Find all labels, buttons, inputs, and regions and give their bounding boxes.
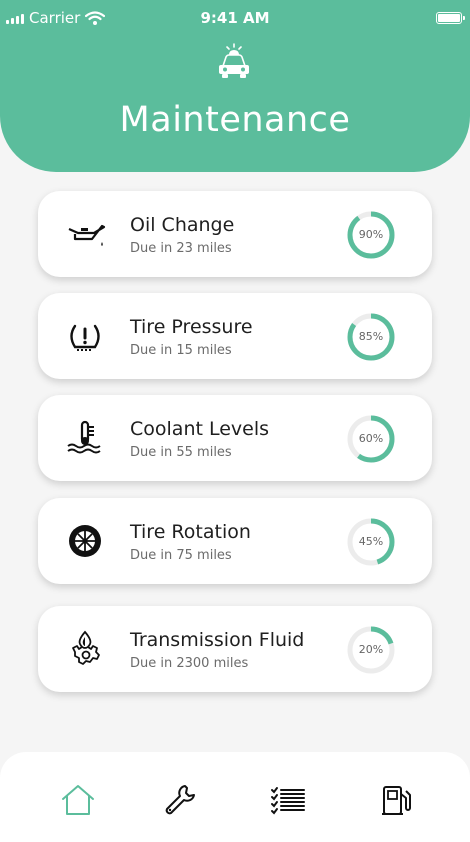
item-name: Tire Pressure [130, 316, 253, 338]
maintenance-card-coolant-levels[interactable]: Coolant Levels Due in 55 miles 60% [38, 395, 432, 481]
progress-ring: 60% [346, 414, 396, 464]
maintenance-card-tire-rotation[interactable]: Tire Rotation Due in 75 miles 45% [38, 498, 432, 584]
item-name: Tire Rotation [130, 521, 251, 543]
progress-label: 20% [358, 643, 384, 656]
progress-label: 85% [358, 330, 384, 343]
coolant-icon [67, 420, 101, 454]
item-due: Due in 55 miles [130, 445, 232, 460]
item-name: Oil Change [130, 214, 235, 236]
progress-label: 45% [358, 535, 384, 548]
progress-ring: 45% [346, 517, 396, 567]
progress-label: 90% [358, 228, 384, 241]
progress-label: 60% [358, 432, 384, 445]
status-time: 9:41 AM [200, 9, 270, 27]
maintenance-card-transmission-fluid[interactable]: Transmission Fluid Due in 2300 miles 20% [38, 606, 432, 692]
car-alert-icon [219, 43, 249, 78]
item-name: Coolant Levels [130, 418, 270, 440]
item-due: Due in 75 miles [130, 548, 232, 563]
oil-can-icon [68, 224, 106, 246]
item-due: Due in 15 miles [130, 343, 232, 358]
fuel-pump-icon[interactable] [378, 782, 414, 818]
page-title: Maintenance [119, 100, 351, 140]
wrench-icon[interactable] [162, 782, 198, 818]
progress-ring: 20% [346, 625, 396, 675]
home-icon[interactable] [60, 782, 96, 818]
item-due: Due in 23 miles [130, 241, 232, 256]
battery-icon [436, 12, 465, 24]
tire-pressure-icon [70, 324, 100, 351]
item-name: Transmission Fluid [130, 629, 305, 651]
maintenance-card-oil-change[interactable]: Oil Change Due in 23 miles 90% [38, 191, 432, 277]
tab-bar [0, 752, 470, 842]
status-bar: Carrier 9:41 AM [0, 0, 470, 36]
maintenance-card-tire-pressure[interactable]: Tire Pressure Due in 15 miles 85% [38, 293, 432, 379]
header: Carrier 9:41 AM Maintenance [0, 0, 470, 172]
tire-icon [69, 525, 101, 557]
item-due: Due in 2300 miles [130, 656, 249, 671]
checklist-icon[interactable] [270, 782, 306, 818]
transmission-fluid-icon [72, 630, 100, 665]
progress-ring: 85% [346, 312, 396, 362]
progress-ring: 90% [346, 210, 396, 260]
